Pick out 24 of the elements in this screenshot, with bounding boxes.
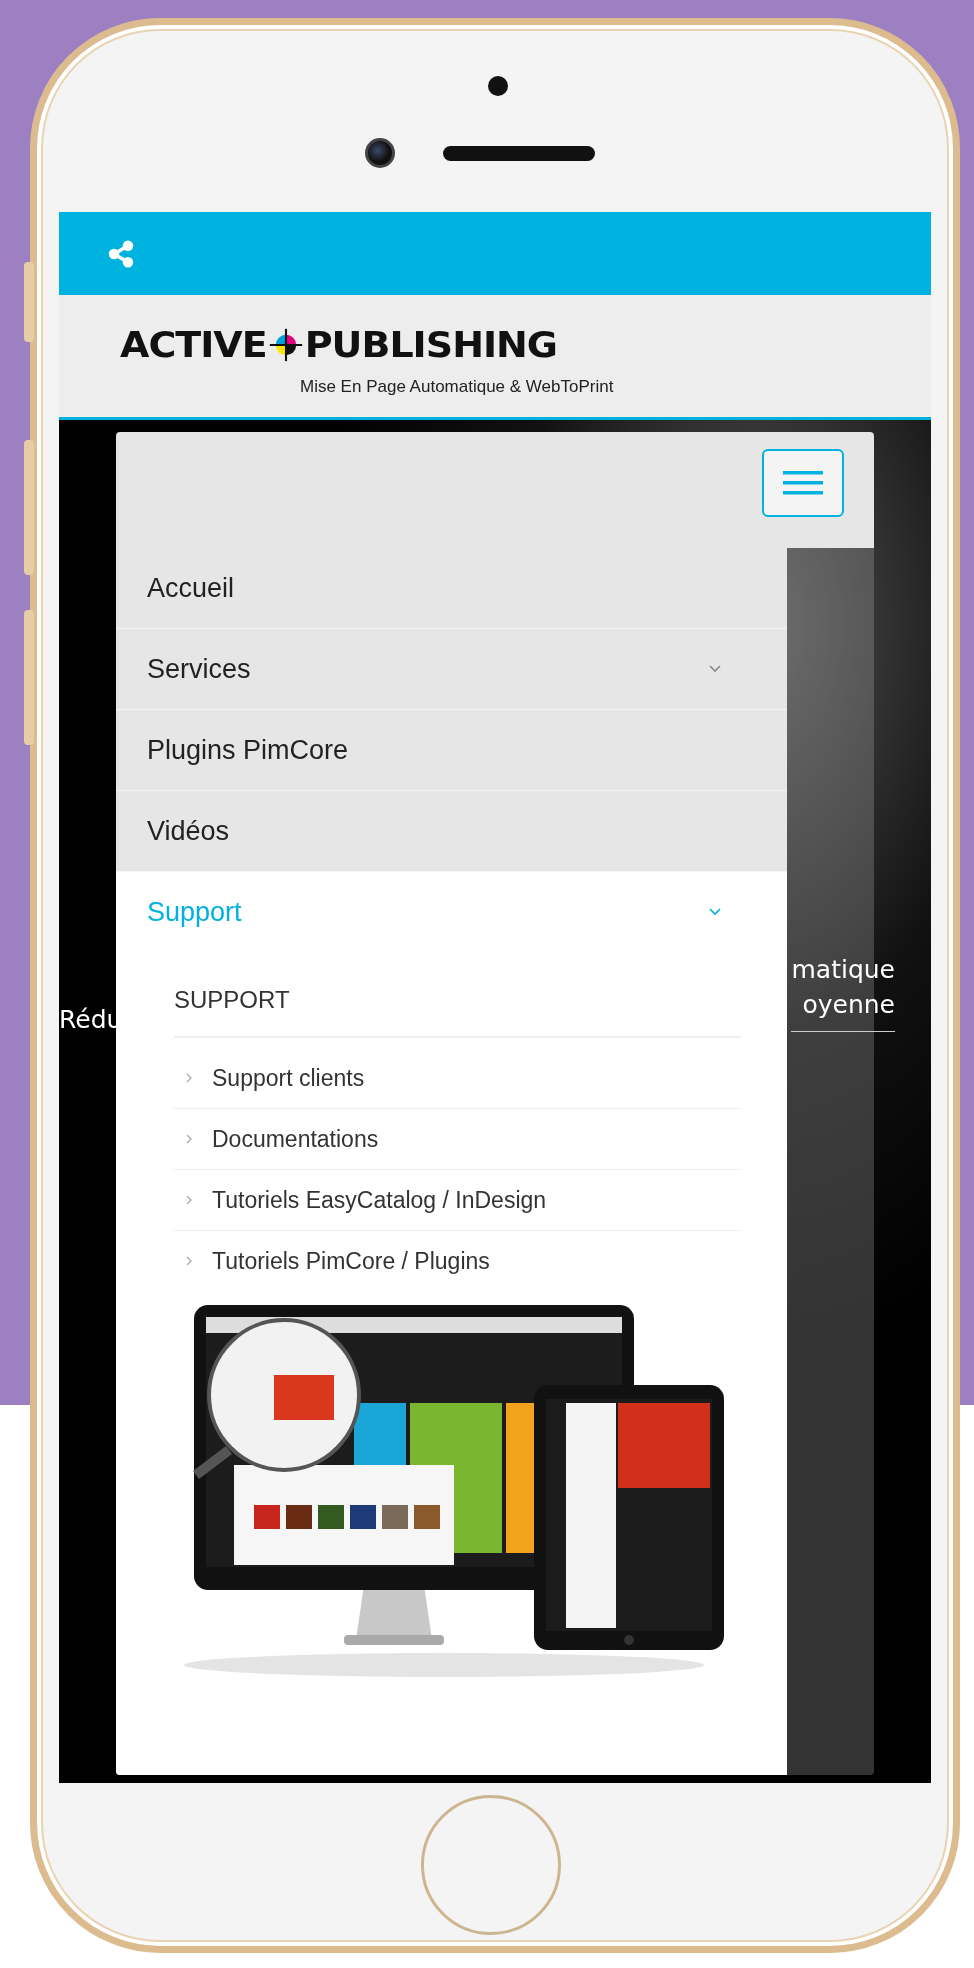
submenu-link[interactable]: Tutoriels EasyCatalog / InDesign — [174, 1170, 741, 1231]
submenu-heading: SUPPORT — [174, 962, 741, 1038]
chevron-down-icon — [709, 665, 721, 673]
chevron-right-icon — [186, 1073, 192, 1083]
chevron-right-icon — [186, 1256, 192, 1266]
chevron-down-icon — [709, 908, 721, 916]
menu-icon — [783, 469, 823, 497]
tagline: Mise En Page Automatique & WebToPrint — [300, 377, 615, 397]
hero-text-fragment: matique — [791, 955, 895, 984]
logo-text: PUBLISHING — [304, 324, 558, 366]
submenu-link[interactable]: Documentations — [174, 1109, 741, 1170]
menu-button[interactable] — [762, 449, 844, 517]
share-icon[interactable] — [107, 239, 135, 268]
chevron-right-icon — [186, 1134, 192, 1144]
home-button[interactable] — [421, 1794, 561, 1935]
speaker-grille-icon — [443, 145, 595, 161]
chevron-right-icon — [186, 1195, 192, 1205]
submenu-link[interactable]: Tutoriels PimCore / Plugins — [174, 1231, 741, 1291]
sensor-dot-icon — [488, 76, 508, 96]
camera-icon — [365, 138, 395, 168]
color-target-icon — [268, 328, 303, 362]
hero-text-fragment: oyenne — [802, 990, 895, 1019]
submenu-link[interactable]: Support clients — [174, 1048, 741, 1109]
logo-text: ACTIVE — [120, 324, 267, 366]
